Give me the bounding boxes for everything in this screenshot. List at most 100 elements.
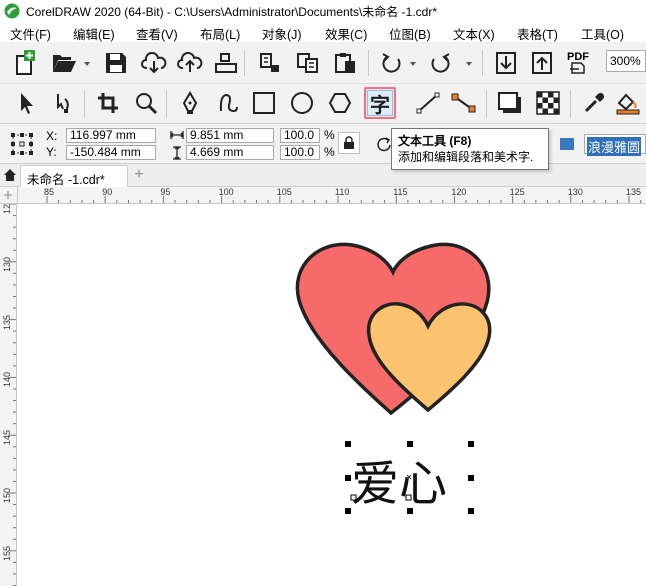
copy-button[interactable] bbox=[294, 49, 322, 77]
print-button[interactable] bbox=[212, 49, 240, 77]
fill-bucket-icon bbox=[616, 93, 640, 115]
copy-icon bbox=[297, 53, 318, 73]
ruler-origin-corner[interactable] bbox=[0, 187, 18, 204]
curve-brush-icon bbox=[219, 93, 238, 113]
lock-ratio-button[interactable] bbox=[338, 132, 360, 154]
width-arrow-icon bbox=[170, 131, 184, 139]
menu-object[interactable]: 对象(J) bbox=[262, 24, 302, 43]
ruler-v-label: 140 bbox=[2, 372, 12, 388]
text-tool-button[interactable]: 字 bbox=[364, 87, 396, 119]
standard-toolbar: PDF 300% bbox=[0, 42, 646, 84]
object-origin-button[interactable] bbox=[8, 130, 36, 158]
line-tool-button[interactable] bbox=[414, 89, 442, 117]
text-color-swatch[interactable] bbox=[560, 138, 574, 150]
vertical-ruler[interactable]: 125 130 135 140 145 150 155 bbox=[0, 204, 17, 586]
open-dropdown-arrow-icon[interactable] bbox=[84, 62, 90, 66]
interactive-fill-tool-button[interactable] bbox=[614, 89, 642, 117]
toolbox: 字 bbox=[0, 84, 646, 124]
drop-shadow-icon bbox=[498, 92, 521, 113]
pick-tool-button[interactable] bbox=[12, 89, 40, 117]
connector-icon bbox=[451, 93, 476, 113]
crop-tool-button[interactable] bbox=[94, 89, 122, 117]
width-field[interactable]: 9.851 mm bbox=[186, 128, 274, 143]
redo-button[interactable] bbox=[426, 49, 454, 77]
toolbox-separator bbox=[570, 90, 571, 118]
height-field[interactable]: 4.669 mm bbox=[186, 145, 274, 160]
ruler-h-label: 95 bbox=[160, 187, 171, 197]
coreldraw-logo-icon bbox=[4, 3, 20, 19]
drawing-canvas[interactable]: 爱心 bbox=[18, 205, 646, 586]
add-tab-button[interactable]: + bbox=[130, 167, 148, 185]
ruler-h-label: 115 bbox=[393, 187, 408, 197]
percent-sign-width: % bbox=[324, 128, 335, 142]
font-name: 浪漫雅圆 bbox=[587, 137, 642, 156]
y-position-field[interactable]: -150.484 mm bbox=[66, 145, 156, 160]
document-tab-bar: 未命名 -1.cdr* + bbox=[0, 164, 646, 187]
horizontal-ruler-ticks bbox=[46, 196, 642, 203]
toolbar-separator bbox=[482, 50, 483, 76]
paste-icon bbox=[335, 53, 355, 73]
ruler-v-label: 125 bbox=[2, 204, 12, 214]
menu-bitmaps[interactable]: 位图(B) bbox=[389, 24, 431, 43]
save-icon bbox=[106, 53, 126, 73]
undo-dropdown-arrow-icon[interactable] bbox=[410, 62, 416, 66]
new-document-icon bbox=[16, 50, 35, 75]
text-tool-tooltip: 文本工具 (F8) 添加和编辑段落和美术字. bbox=[391, 128, 549, 170]
menu-edit[interactable]: 编辑(E) bbox=[73, 24, 115, 43]
menu-file[interactable]: 文件(F) bbox=[10, 24, 51, 43]
menu-effects[interactable]: 效果(C) bbox=[325, 24, 367, 43]
import-button[interactable] bbox=[492, 49, 520, 77]
open-button[interactable] bbox=[50, 49, 78, 77]
x-position-field[interactable]: 116.997 mm bbox=[66, 128, 156, 143]
freehand-tool-button[interactable] bbox=[176, 89, 204, 117]
paste-button[interactable] bbox=[332, 49, 360, 77]
ruler-v-label: 135 bbox=[2, 314, 12, 330]
horizontal-ruler[interactable]: 85 90 95 100 105 110 115 120 125 130 135 bbox=[0, 187, 646, 204]
ellipse-tool-button[interactable] bbox=[288, 89, 316, 117]
document-tab[interactable]: 未命名 -1.cdr* bbox=[20, 165, 128, 187]
rectangle-icon bbox=[253, 92, 275, 114]
cloud-download-button[interactable] bbox=[140, 49, 168, 77]
redo-dropdown-arrow-icon[interactable] bbox=[466, 62, 472, 66]
checkerboard-icon bbox=[536, 91, 560, 115]
eyedropper-icon bbox=[584, 92, 605, 113]
connector-tool-button[interactable] bbox=[450, 89, 478, 117]
rectangle-tool-button[interactable] bbox=[250, 89, 278, 117]
object-origin-grid-icon bbox=[11, 133, 33, 155]
export-button[interactable] bbox=[528, 49, 556, 77]
zoom-value: 300% bbox=[610, 54, 641, 68]
canvas-text-object[interactable]: 爱心 bbox=[351, 456, 447, 512]
save-button[interactable] bbox=[102, 49, 130, 77]
menu-layout[interactable]: 布局(L) bbox=[200, 24, 240, 43]
zoom-tool-button[interactable] bbox=[132, 89, 160, 117]
shape-tool-button[interactable] bbox=[50, 89, 78, 117]
ellipse-icon bbox=[291, 92, 313, 114]
scale-width-field[interactable]: 100.0 bbox=[280, 128, 320, 143]
shape-tool-icon bbox=[57, 94, 69, 113]
menu-text[interactable]: 文本(X) bbox=[453, 24, 495, 43]
publish-pdf-button[interactable]: PDF bbox=[564, 49, 592, 77]
font-family-field[interactable]: 浪漫雅圆 bbox=[584, 134, 646, 156]
menu-tools[interactable]: 工具(O) bbox=[581, 24, 624, 43]
eyedropper-tool-button[interactable] bbox=[580, 89, 608, 117]
ruler-h-label: 125 bbox=[509, 187, 525, 197]
menu-table[interactable]: 表格(T) bbox=[517, 24, 558, 43]
new-document-button[interactable] bbox=[10, 49, 38, 77]
drop-shadow-tool-button[interactable] bbox=[496, 89, 524, 117]
import-icon bbox=[496, 52, 516, 74]
zoom-level-field[interactable]: 300% bbox=[606, 50, 646, 72]
polygon-tool-button[interactable] bbox=[326, 89, 354, 117]
artistic-media-tool-button[interactable] bbox=[214, 89, 242, 117]
menu-view[interactable]: 查看(V) bbox=[136, 24, 178, 43]
folder-open-icon bbox=[53, 55, 76, 72]
scale-height-field[interactable]: 100.0 bbox=[280, 145, 320, 160]
transparency-tool-button[interactable] bbox=[534, 89, 562, 117]
diagonal-line-icon bbox=[416, 92, 440, 114]
home-icon[interactable] bbox=[3, 168, 17, 182]
ruler-h-label: 100 bbox=[218, 187, 234, 197]
cloud-upload-button[interactable] bbox=[176, 49, 204, 77]
cut-button[interactable] bbox=[256, 49, 284, 77]
ruler-h-label: 130 bbox=[567, 187, 583, 197]
percent-sign-height: % bbox=[324, 145, 335, 159]
undo-button[interactable] bbox=[378, 49, 406, 77]
